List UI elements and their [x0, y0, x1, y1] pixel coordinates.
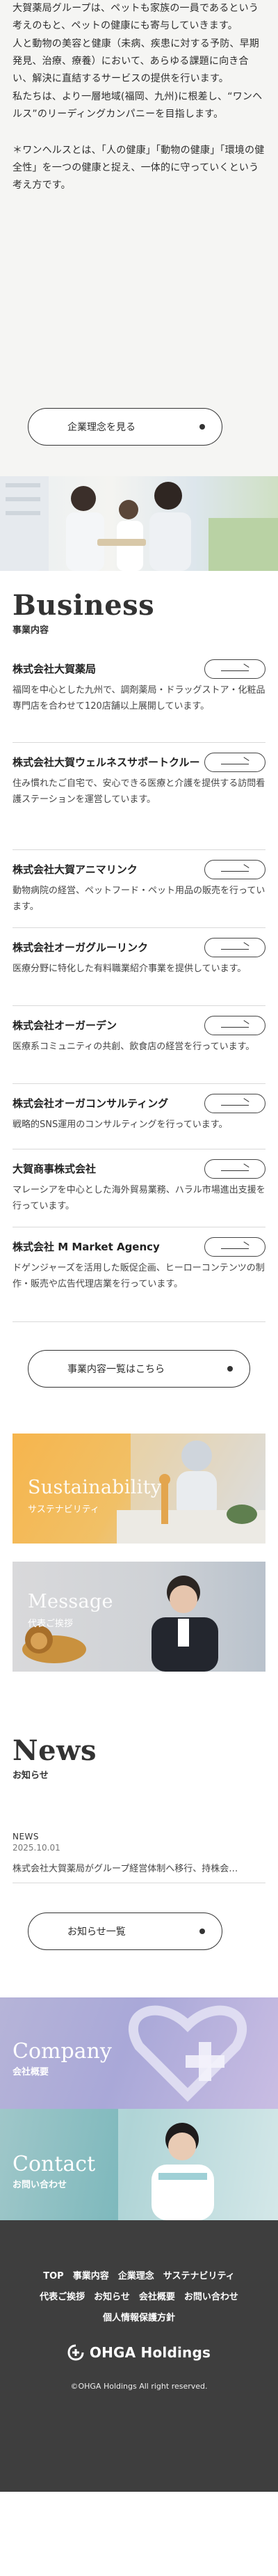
business-item-desc: ドゲンジャーズを活用した販促企画、ヒーローコンテンツの制作・販売や広告代理店業を… — [13, 1263, 265, 1289]
footer-link-contact[interactable]: お問い合わせ — [184, 2287, 238, 2308]
philosophy-button[interactable]: 企業理念を見る — [28, 408, 222, 446]
footer-logo[interactable]: OHGA Holdings — [0, 2344, 278, 2361]
pharmacy-staff-photo — [0, 476, 278, 571]
arrow-right-icon — [221, 760, 249, 765]
business-item-desc: 医療系コミュニティの共創、飲食店の経営を行っています。 — [13, 1042, 255, 1052]
business-item-desc: 動物病院の経営、ペットフード・ペット用品の販売を行っています。 — [13, 886, 265, 912]
news-subtitle: お知らせ — [13, 1770, 49, 1781]
company-tile[interactable]: Company 会社概要 — [0, 1997, 278, 2109]
news-list-button-label: お知らせ一覧 — [67, 1926, 126, 1938]
business-item: 株式会社オーガコンサルティング 戦略的SNS運用のコンサルティングを行っています… — [13, 1084, 265, 1149]
site-footer: TOP 事業内容 企業理念 サステナビリティ 代表ご挨拶 お知らせ 会社概要 お… — [0, 2220, 278, 2492]
news-list-button[interactable]: お知らせ一覧 — [28, 1913, 222, 1950]
arrow-right-icon — [221, 1101, 249, 1106]
message-banner-subtitle: 代表ご挨拶 — [28, 1619, 74, 1629]
company-tile-title: Company — [13, 2039, 112, 2064]
philosophy-button-label: 企業理念を見る — [67, 422, 136, 433]
business-item: 株式会社オーガーデン 医療系コミュニティの共創、飲食店の経営を行っています。 — [13, 1006, 265, 1084]
news-header: News お知らせ — [0, 1672, 278, 1832]
news-item[interactable]: NEWS 2025.10.01 株式会社大賀薬局がグループ経営体制へ移行、持株会… — [13, 1832, 265, 1883]
business-item-name: 株式会社大賀薬局 — [13, 663, 97, 675]
business-item-arrow-button[interactable] — [204, 1016, 265, 1035]
business-item-name: 株式会社オーガーデン — [13, 1019, 117, 1032]
business-item-name: 株式会社 M Market Agency — [13, 1241, 160, 1253]
news-category: NEWS — [13, 1832, 40, 1841]
sustainability-banner[interactable]: Sustainability サステナビリティ — [13, 1434, 265, 1544]
arrow-right-icon — [221, 1023, 249, 1028]
business-item-name: 株式会社オーガコンサルティング — [13, 1097, 169, 1110]
sustainability-banner-subtitle: サステナビリティ — [28, 1505, 99, 1515]
business-item-arrow-button[interactable] — [204, 659, 265, 679]
intro-paragraph-3: 私たちは、より一層地域(福岡、九州)に根差し、“ワンヘルス”のリーディングカンパ… — [13, 91, 263, 120]
footer-link-top[interactable]: TOP — [43, 2266, 63, 2287]
business-item-arrow-button[interactable] — [204, 753, 265, 772]
footer-link-message[interactable]: 代表ご挨拶 — [40, 2287, 85, 2308]
footer-link-philosophy[interactable]: 企業理念 — [118, 2266, 154, 2287]
contact-tile[interactable]: Contact お問い合わせ — [0, 2109, 278, 2220]
news-item-title: 株式会社大賀薬局がグループ経営体制へ移行、持株会… — [13, 1864, 238, 1874]
arrow-right-icon — [221, 666, 249, 672]
business-item-arrow-button[interactable] — [204, 1159, 265, 1179]
sustainability-banner-title: Sustainability — [28, 1477, 162, 1498]
business-item: 株式会社大賀ウェルネスサポートクルー 住み慣れたご自宅で、安心できる医療と介護を… — [13, 743, 265, 850]
business-subtitle: 事業内容 — [13, 625, 49, 636]
news-button-wrap: お知らせ一覧 — [0, 1883, 278, 1997]
message-banner[interactable]: Message 代表ご挨拶 — [13, 1562, 265, 1672]
business-item-desc: 住み慣れたご自宅で、安心できる医療と介護を提供する訪問看護ステーションを運営して… — [13, 778, 265, 805]
business-item-name: 株式会社大賀ウェルネスサポートクルー — [13, 756, 200, 769]
footer-nav-row-1: TOP 事業内容 企業理念 サステナビリティ — [0, 2266, 278, 2287]
business-item-name: 大賀商事株式会社 — [13, 1163, 97, 1175]
ohga-logo-icon — [67, 2344, 84, 2361]
arrow-right-icon — [221, 945, 249, 950]
company-tile-subtitle: 会社概要 — [13, 2067, 49, 2078]
business-list-button-wrap: 事業内容一覧はこちら — [0, 1322, 278, 1434]
intro-paragraph-4: ＊ワンヘルスとは、「人の健康」「動物の健康」「環境の健全性」を一つの健康と捉え、… — [13, 145, 265, 191]
dot-icon — [199, 424, 205, 430]
business-list-button[interactable]: 事業内容一覧はこちら — [28, 1350, 250, 1388]
business-item-arrow-button[interactable] — [204, 1094, 265, 1113]
contact-tile-title: Contact — [13, 2152, 96, 2176]
arrow-right-icon — [221, 867, 249, 872]
business-list: 株式会社大賀薬局 福岡を中心とした九州で、調剤薬局・ドラッグストア・化粧品専門店… — [0, 650, 278, 1322]
footer-nav-row-3: 個人情報保護方針 — [0, 2308, 278, 2329]
footer-link-sustainability[interactable]: サステナビリティ — [163, 2266, 235, 2287]
business-item-desc: 医療分野に特化した有料職業紹介事業を提供しています。 — [13, 964, 247, 974]
intro-paragraph-1: 大賀薬局グループは、ペットも家族の一員であるという考えのもと、ペットの健康にも寄… — [13, 3, 259, 31]
business-item: 大賀商事株式会社 マレーシアを中心とした海外貿易業務、ハラル市場進出支援を行って… — [13, 1149, 265, 1227]
intro-paragraph-2: 人と動物の美容と健康（未病、疾患に対する予防、早期発見、治療、療養）において、あ… — [13, 38, 259, 84]
business-item-arrow-button[interactable] — [204, 1237, 265, 1257]
footer-link-company[interactable]: 会社概要 — [139, 2287, 175, 2308]
business-list-button-label: 事業内容一覧はこちら — [67, 1364, 165, 1375]
message-banner-title: Message — [28, 1591, 113, 1612]
intro-section: 大賀薬局グループは、ペットも家族の一員であるという考えのもと、ペットの健康にも寄… — [0, 0, 278, 476]
business-item: 株式会社大賀アニマリンク 動物病院の経営、ペットフード・ペット用品の販売を行って… — [13, 850, 265, 928]
dot-icon — [199, 1929, 205, 1934]
business-item-name: 株式会社大賀アニマリンク — [13, 863, 138, 876]
footer-link-privacy[interactable]: 個人情報保護方針 — [103, 2308, 175, 2329]
footer-link-news[interactable]: お知らせ — [94, 2287, 130, 2308]
arrow-right-icon — [221, 1166, 249, 1172]
copyright: ©OHGA Holdings All right reserved. — [70, 2382, 208, 2391]
dot-icon — [227, 1366, 233, 1372]
business-item: 株式会社 M Market Agency ドゲンジャーズを活用した販促企画、ヒー… — [13, 1227, 265, 1322]
business-item-arrow-button[interactable] — [204, 860, 265, 879]
business-item-arrow-button[interactable] — [204, 938, 265, 957]
footer-nav-row-2: 代表ご挨拶 お知らせ 会社概要 お問い合わせ — [0, 2287, 278, 2308]
business-header: Business 事業内容 — [0, 571, 278, 650]
business-item-name: 株式会社オーガグルーリンク — [13, 941, 149, 954]
news-date: 2025.10.01 — [13, 1843, 60, 1853]
business-item-desc: マレーシアを中心とした海外貿易業務、ハラル市場進出支援を行っています。 — [13, 1185, 265, 1211]
business-item: 株式会社大賀薬局 福岡を中心とした九州で、調剤薬局・ドラッグストア・化粧品専門店… — [13, 650, 265, 743]
footer-logo-text: OHGA Holdings — [89, 2344, 211, 2361]
footer-link-business[interactable]: 事業内容 — [73, 2266, 109, 2287]
arrow-right-icon — [221, 1244, 249, 1250]
contact-tile-subtitle: お問い合わせ — [13, 2180, 67, 2190]
news-title: News — [13, 1734, 97, 1767]
business-item-desc: 福岡を中心とした九州で、調剤薬局・ドラッグストア・化粧品専門店を合わせて120店… — [13, 685, 265, 712]
business-item: 株式会社オーガグルーリンク 医療分野に特化した有料職業紹介事業を提供しています。 — [13, 928, 265, 1006]
business-item-desc: 戦略的SNS運用のコンサルティングを行っています。 — [13, 1120, 228, 1130]
business-title: Business — [13, 589, 155, 622]
